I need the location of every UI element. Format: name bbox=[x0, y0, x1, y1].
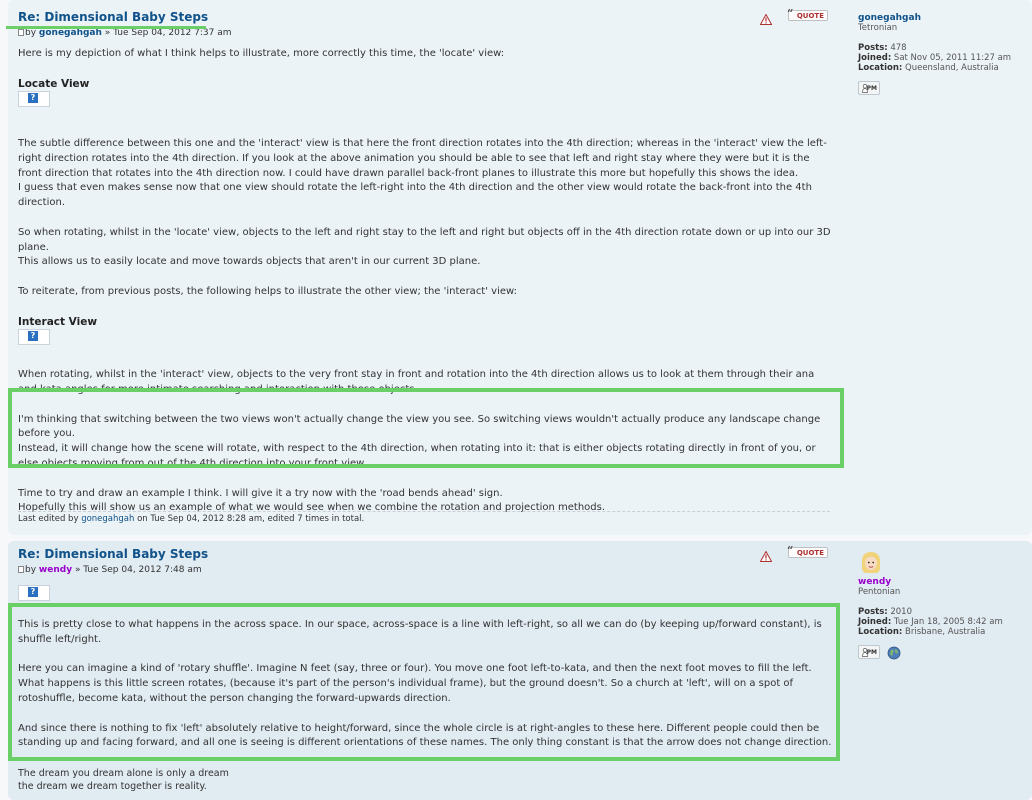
location-value: Queensland, Australia bbox=[905, 63, 999, 73]
edited-by-user-link[interactable]: gonegahgah bbox=[81, 514, 134, 524]
missing-image-icon: ? bbox=[28, 93, 38, 104]
profile-rank: Tetronian bbox=[858, 23, 898, 33]
posts-count: 2010 bbox=[890, 607, 912, 617]
joined-label: Joined: bbox=[858, 53, 892, 63]
quote-button[interactable]: “QUOTE bbox=[787, 544, 828, 558]
location-value: Brisbane, Australia bbox=[905, 627, 986, 637]
paragraph: I guess that even makes sense now that o… bbox=[18, 182, 812, 209]
profile-rank: Pentonian bbox=[858, 587, 901, 597]
website-button[interactable] bbox=[886, 645, 902, 660]
location-label: Location: bbox=[858, 63, 903, 73]
quote-icon: “ bbox=[787, 544, 794, 557]
author-prefix: by bbox=[25, 565, 37, 575]
post-icon[interactable] bbox=[18, 29, 24, 36]
pm-label: PM bbox=[866, 85, 877, 92]
divider bbox=[18, 511, 830, 512]
interact-view-heading: Interact View bbox=[18, 315, 98, 328]
pm-button[interactable]: PM bbox=[858, 645, 880, 659]
post-image[interactable]: ? bbox=[18, 585, 50, 601]
post-author-line: by gonegahgah » Tue Sep 04, 2012 7:37 am bbox=[18, 28, 232, 38]
profile-username-link[interactable]: wendy bbox=[858, 577, 1028, 587]
edit-prefix: Last edited by bbox=[18, 514, 79, 524]
missing-image-icon: ? bbox=[28, 587, 38, 597]
locate-view-heading: Locate View bbox=[18, 77, 90, 90]
user-icon bbox=[862, 84, 868, 93]
locate-view-image[interactable]: ? bbox=[18, 91, 50, 108]
joined-date: Tue Jan 18, 2005 8:42 am bbox=[893, 617, 1003, 627]
paragraph: So when rotating, whilst in the 'locate'… bbox=[18, 226, 831, 253]
author-name-link[interactable]: wendy bbox=[39, 565, 72, 575]
paragraph: Time to try and draw an example I think.… bbox=[18, 487, 503, 499]
post-profile: gonegahgah Tetronian Posts: 478 Joined: … bbox=[858, 13, 1028, 73]
post-title[interactable]: Re: Dimensional Baby Steps bbox=[18, 10, 208, 24]
avatar-image bbox=[861, 552, 881, 573]
posts-label: Posts: bbox=[858, 43, 888, 53]
pm-label: PM bbox=[866, 649, 877, 656]
title-highlight-underline bbox=[6, 26, 206, 29]
pm-button[interactable]: PM bbox=[858, 81, 880, 95]
avatar bbox=[858, 549, 884, 575]
joined-date: Sat Nov 05, 2011 11:27 am bbox=[893, 53, 1012, 63]
quote-button[interactable]: “QUOTE bbox=[787, 7, 828, 21]
post-icon[interactable] bbox=[18, 566, 24, 573]
signature-line: the dream we dream together is reality. bbox=[18, 780, 207, 792]
post-date: » Tue Sep 04, 2012 7:48 am bbox=[74, 565, 202, 575]
report-button[interactable] bbox=[759, 10, 773, 25]
posts-count: 478 bbox=[890, 43, 907, 53]
highlight-box bbox=[8, 388, 844, 468]
user-icon bbox=[862, 648, 868, 657]
globe-icon bbox=[887, 646, 901, 660]
quote-label: QUOTE bbox=[796, 549, 824, 557]
post-date: » Tue Sep 04, 2012 7:37 am bbox=[104, 28, 232, 38]
location-label: Location: bbox=[858, 627, 903, 637]
interact-view-image[interactable]: ? bbox=[18, 329, 50, 346]
warning-icon bbox=[759, 13, 773, 25]
warning-icon bbox=[759, 550, 773, 562]
edit-notice: Last edited by gonegahgah on Tue Sep 04,… bbox=[18, 514, 364, 524]
author-prefix: by bbox=[25, 28, 37, 38]
report-button[interactable] bbox=[759, 547, 773, 562]
post-title[interactable]: Re: Dimensional Baby Steps bbox=[18, 547, 208, 561]
paragraph: This allows us to easily locate and move… bbox=[18, 256, 481, 268]
paragraph: Here is my depiction of what I think hel… bbox=[18, 48, 505, 59]
paragraph: The subtle difference between this one a… bbox=[18, 137, 827, 179]
quote-icon: “ bbox=[787, 7, 794, 20]
joined-label: Joined: bbox=[858, 617, 892, 627]
profile-username-link[interactable]: gonegahgah bbox=[858, 13, 1028, 23]
signature: The dream you dream alone is only a drea… bbox=[18, 768, 229, 793]
signature-line: The dream you dream alone is only a drea… bbox=[18, 768, 229, 779]
post-author-line: by wendy » Tue Sep 04, 2012 7:48 am bbox=[18, 565, 202, 575]
author-name-link[interactable]: gonegahgah bbox=[39, 28, 102, 38]
quote-label: QUOTE bbox=[796, 12, 824, 20]
edit-suffix: on Tue Sep 04, 2012 8:28 am, edited 7 ti… bbox=[137, 514, 365, 524]
post-profile: wendy Pentonian Posts: 2010 Joined: Tue … bbox=[858, 577, 1028, 637]
highlight-box bbox=[8, 603, 840, 761]
posts-label: Posts: bbox=[858, 607, 888, 617]
paragraph: To reiterate, from previous posts, the f… bbox=[18, 285, 518, 297]
missing-image-icon: ? bbox=[28, 331, 38, 342]
